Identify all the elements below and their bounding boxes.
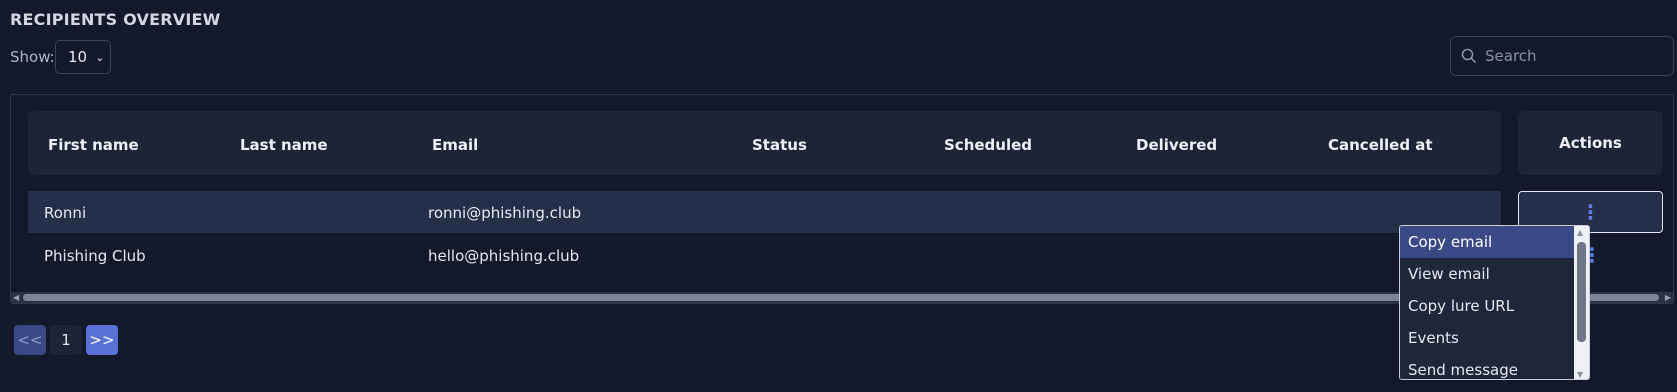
- column-header-cancelled-at[interactable]: Cancelled at: [1328, 136, 1433, 154]
- column-header-actions: Actions: [1518, 111, 1663, 175]
- menu-list: Copy email View email Copy lure URL Even…: [1400, 226, 1575, 379]
- page-size-value: 10: [68, 48, 88, 66]
- page-size-select[interactable]: 10 ⌄: [55, 40, 111, 74]
- scroll-left-icon[interactable]: ◀: [13, 292, 19, 303]
- menu-item-events[interactable]: Events: [1400, 322, 1575, 354]
- search-box[interactable]: [1450, 36, 1674, 76]
- column-header-last-name[interactable]: Last name: [240, 136, 328, 154]
- cell-email: ronni@phishing.club: [428, 204, 582, 222]
- row-actions-menu: Copy email View email Copy lure URL Even…: [1399, 225, 1590, 380]
- chevron-down-icon: ⌄: [95, 50, 105, 64]
- menu-item-copy-lure-url[interactable]: Copy lure URL: [1400, 290, 1575, 322]
- search-icon: [1461, 48, 1477, 64]
- menu-item-view-email[interactable]: View email: [1400, 258, 1575, 290]
- column-header-scheduled[interactable]: Scheduled: [944, 136, 1032, 154]
- page-number-button[interactable]: 1: [50, 325, 82, 355]
- page-title: RECIPIENTS OVERVIEW: [10, 10, 221, 29]
- cell-first-name: Ronni: [44, 204, 87, 222]
- column-header-email[interactable]: Email: [432, 136, 478, 154]
- column-header-first-name[interactable]: First name: [48, 136, 139, 154]
- menu-scrollbar-thumb[interactable]: [1577, 242, 1586, 342]
- column-header-delivered[interactable]: Delivered: [1136, 136, 1217, 154]
- kebab-menu-icon: ⋮: [1580, 200, 1601, 224]
- menu-scrollbar[interactable]: ▲ ▼: [1574, 226, 1589, 379]
- cell-first-name: Phishing Club: [44, 247, 146, 265]
- column-header-status[interactable]: Status: [752, 136, 807, 154]
- cell-email: hello@phishing.club: [428, 247, 580, 265]
- scroll-right-icon[interactable]: ▶: [1665, 292, 1671, 303]
- next-page-button[interactable]: >>: [86, 325, 118, 355]
- scroll-down-icon[interactable]: ▼: [1577, 370, 1583, 379]
- menu-item-copy-email[interactable]: Copy email: [1400, 226, 1575, 258]
- table-row[interactable]: [28, 191, 1501, 233]
- previous-page-button[interactable]: <<: [14, 325, 46, 355]
- search-input[interactable]: [1485, 47, 1655, 65]
- show-label: Show:: [10, 48, 55, 66]
- scroll-up-icon[interactable]: ▲: [1577, 228, 1583, 237]
- menu-item-send-message[interactable]: Send message: [1400, 354, 1575, 379]
